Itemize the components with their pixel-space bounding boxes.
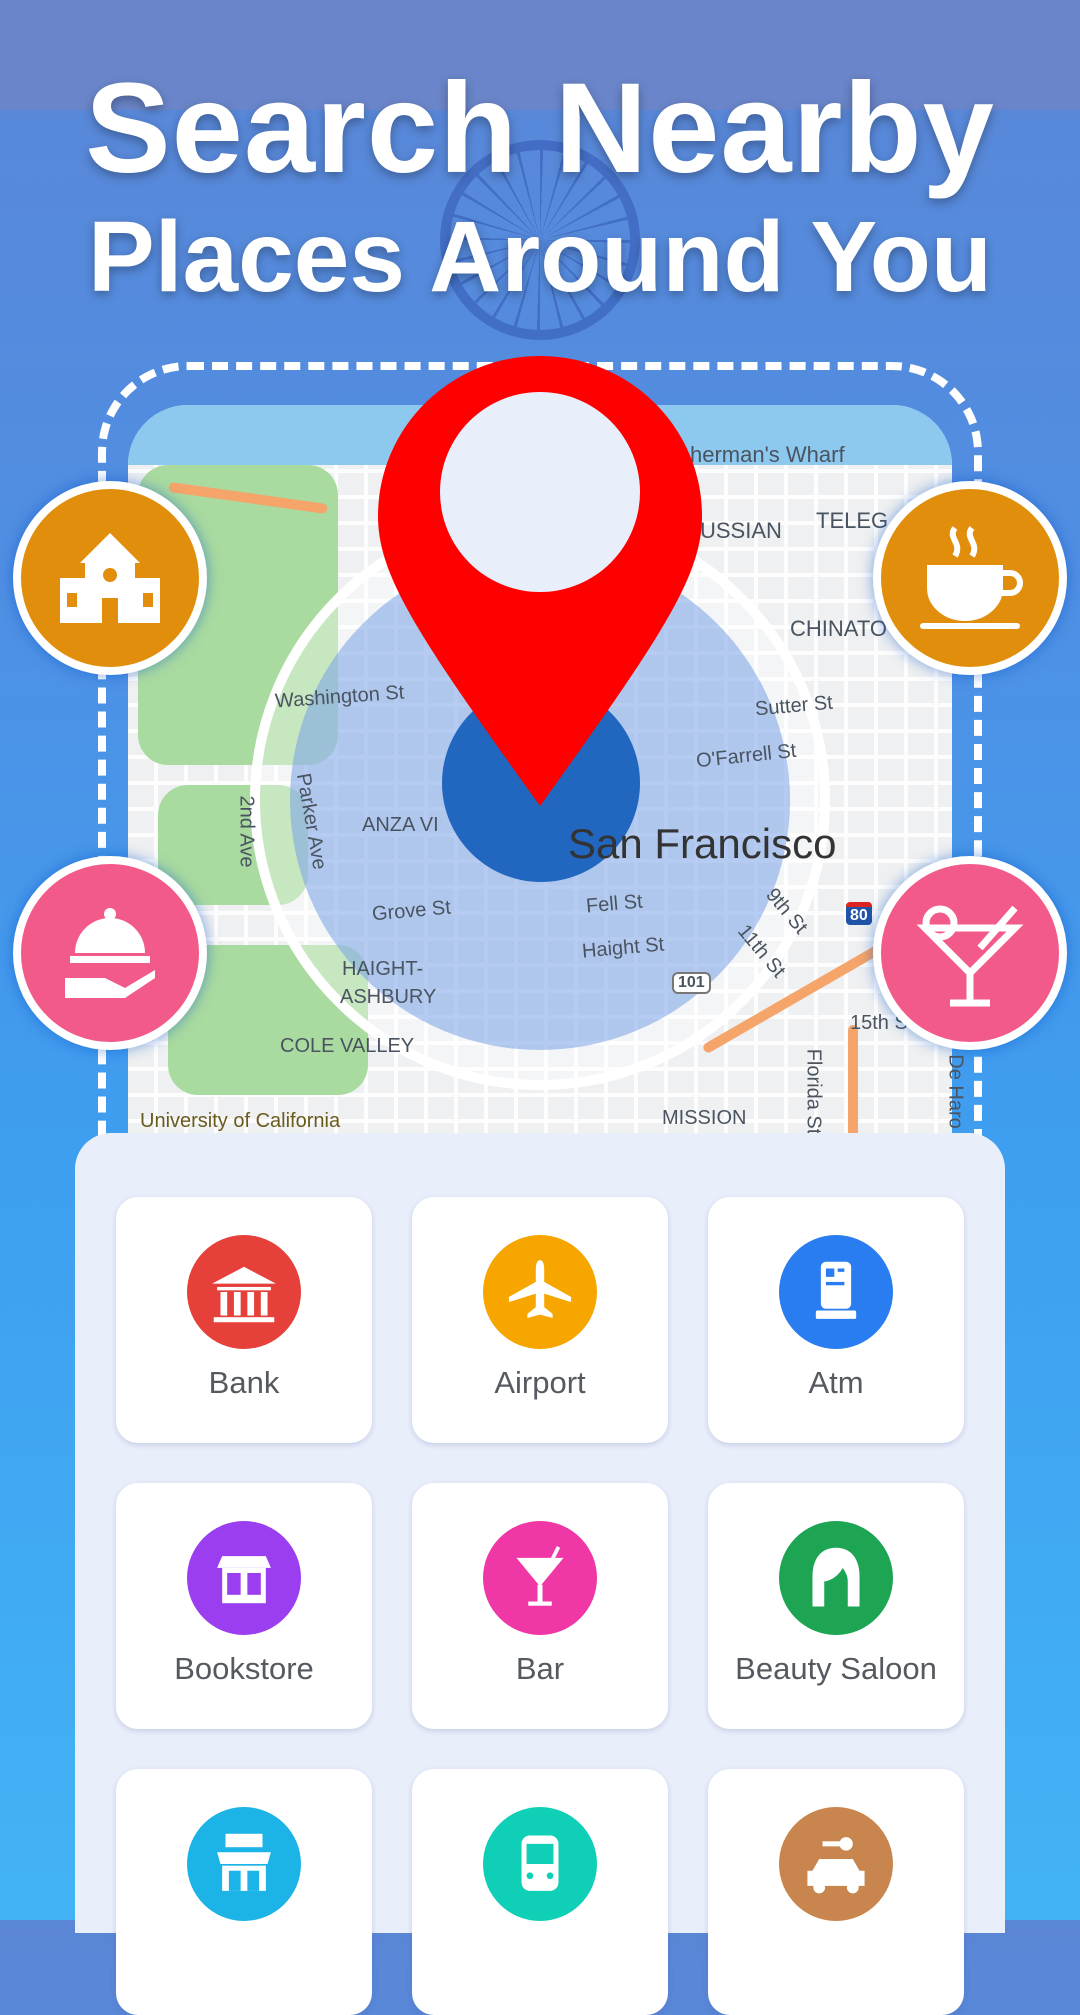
map-label: ASHBURY — [340, 986, 437, 1008]
category-bar[interactable]: Bar — [412, 1483, 668, 1729]
category-icon-circle — [779, 1807, 893, 1921]
food-service-icon — [65, 908, 155, 998]
category-icon-circle — [779, 1235, 893, 1349]
map-label: Florida St — [802, 1048, 825, 1135]
category-atm[interactable]: Atm — [708, 1197, 964, 1443]
category-airport[interactable]: Airport — [412, 1197, 668, 1443]
airplane-icon — [508, 1260, 572, 1319]
map-label: 2nd Ave — [235, 795, 258, 868]
category-icon-circle — [483, 1807, 597, 1921]
category-label: Beauty Saloon — [735, 1651, 937, 1686]
map-label: CHINATO — [790, 616, 887, 641]
map-label: USSIAN — [700, 518, 782, 543]
bank-icon — [212, 1266, 276, 1323]
side-food-service-button[interactable] — [13, 856, 207, 1050]
cocktail-icon — [916, 905, 1024, 1007]
category-cafe[interactable] — [116, 1769, 372, 2015]
category-bus[interactable] — [412, 1769, 668, 2015]
headline-line2: Places Around You — [88, 201, 992, 313]
category-panel: Bank Airport Atm Bookstore Bar Beauty Saloon — [75, 1133, 1005, 2015]
map-label: MISSION — [662, 1107, 747, 1129]
bookstore-icon — [217, 1556, 271, 1604]
category-icon-circle — [187, 1807, 301, 1921]
atm-icon — [815, 1261, 857, 1319]
category-label: Bank — [208, 1365, 280, 1400]
car-rental-icon — [807, 1837, 865, 1894]
map-label: TELEG — [816, 508, 889, 533]
map-label: University of California — [140, 1110, 341, 1132]
category-beauty-saloon[interactable]: Beauty Saloon — [708, 1483, 964, 1729]
side-cocktail-button[interactable] — [873, 856, 1067, 1050]
interstate-shield-80: 80 — [846, 902, 872, 925]
map-label: HAIGHT- — [342, 958, 424, 980]
woman-face-icon — [812, 1547, 860, 1607]
highway — [848, 1025, 858, 1145]
category-label: Atm — [808, 1365, 864, 1400]
category-label: Bookstore — [174, 1651, 314, 1686]
category-icon-circle — [187, 1235, 301, 1349]
cafe-icon — [217, 1833, 271, 1891]
map-label: ANZA VI — [362, 814, 439, 836]
location-pin-icon — [378, 356, 702, 806]
category-label: Airport — [494, 1365, 586, 1400]
building-icon — [60, 533, 160, 623]
side-building-button[interactable] — [13, 481, 207, 675]
category-icon-circle — [483, 1235, 597, 1349]
category-label: Bar — [515, 1651, 565, 1686]
map-label: Fell St — [585, 890, 644, 918]
map-label: herman's Wharf — [690, 442, 845, 467]
category-icon-circle — [187, 1521, 301, 1635]
category-icon-circle — [483, 1521, 597, 1635]
category-icon-circle — [779, 1521, 893, 1635]
category-bookstore[interactable]: Bookstore — [116, 1483, 372, 1729]
highway-shield-101: 101 — [672, 972, 711, 994]
category-car-rental[interactable] — [708, 1769, 964, 2015]
map-label: COLE VALLEY — [280, 1035, 415, 1057]
city-label: San Francisco — [568, 820, 837, 867]
map-label: De Haro — [944, 1054, 967, 1129]
side-coffee-button[interactable] — [873, 481, 1067, 675]
bus-icon — [521, 1835, 559, 1891]
cocktail-icon — [516, 1546, 564, 1606]
headline-line1: Search Nearby — [85, 57, 995, 200]
coffee-cup-icon — [920, 526, 1023, 629]
category-bank[interactable]: Bank — [116, 1197, 372, 1443]
